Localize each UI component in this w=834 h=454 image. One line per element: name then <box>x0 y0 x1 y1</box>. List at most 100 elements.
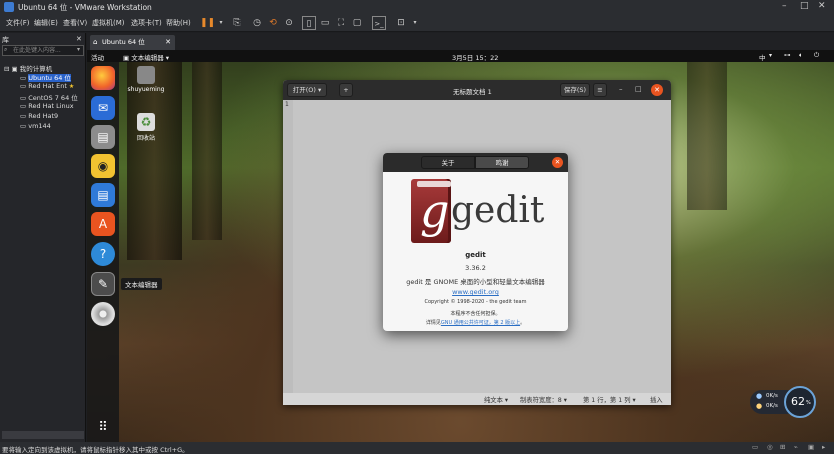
snapshot-icon[interactable]: ◷ <box>250 16 264 30</box>
close-icon[interactable]: ✕ <box>552 157 563 168</box>
library-title: 库 <box>2 36 9 44</box>
desktop-icon-label: shuyueming <box>127 86 165 93</box>
maximize-icon[interactable]: □ <box>635 85 642 93</box>
app-version: 3.36.2 <box>465 264 486 272</box>
power-icon[interactable]: ⏻ <box>814 51 819 60</box>
unity-icon[interactable]: ▢ <box>350 16 364 30</box>
tab-credits[interactable]: 鸣谢 <box>475 156 529 169</box>
stretch-icon[interactable]: ⊡ <box>394 16 408 30</box>
library-panel: 库 ✕ 在此处键入内容... ⌕ ▾ ⊟ ▣ 我的计算机 ▭ Ubuntu 64… <box>0 33 86 442</box>
activities-button[interactable]: 活动 <box>91 52 104 62</box>
download-speed: 0K/s <box>766 403 778 409</box>
minimize-icon[interactable]: – <box>782 1 787 11</box>
dock: ✉ ▤ ◉ ▤ A ? ✎ ⠿ <box>87 62 119 442</box>
dvd-icon[interactable] <box>91 302 115 326</box>
insert-mode: 插入 <box>650 397 663 404</box>
tree-item-vm144[interactable]: ▭ vm144 <box>20 122 51 130</box>
network-icon[interactable]: ⊶ <box>784 51 791 59</box>
download-icon: ● <box>756 402 763 410</box>
window-title: Ubuntu 64 位 - VMware Workstation <box>18 3 152 12</box>
menu-file[interactable]: 文件(F) <box>6 18 30 28</box>
menu-view[interactable]: 查看(V) <box>63 18 87 28</box>
guest-screen[interactable]: 活动 ▣ 文本编辑器 ▾ 3月5日 15：22 中 ▾ ⊶ 🔈︎ ⏻ ✉ ▤ ◉… <box>87 50 834 442</box>
library-view-icon[interactable]: ▯ <box>302 16 316 30</box>
upload-icon: ● <box>756 392 763 400</box>
tab-about[interactable]: 关于 <box>421 156 475 169</box>
tab-ubuntu[interactable]: Ubuntu 64 位 ⌂ ✕ <box>90 35 175 50</box>
search-dropdown-icon[interactable]: ▾ <box>77 46 80 53</box>
writer-icon[interactable]: ▤ <box>91 183 115 207</box>
display-icon[interactable]: ▣ <box>808 443 814 451</box>
language-selector[interactable]: 纯文本 ▾ <box>484 395 508 404</box>
software-icon[interactable]: A <box>91 212 115 236</box>
input-dropdown-icon[interactable]: ▾ <box>769 52 772 59</box>
menu-tabs[interactable]: 选项卡(T) <box>131 18 162 28</box>
desktop-icon-home[interactable]: shuyueming <box>126 66 166 93</box>
show-apps-icon[interactable]: ⠿ <box>91 415 115 439</box>
close-icon[interactable]: ✕ <box>818 1 826 11</box>
about-headerbar: 关于 鸣谢 ✕ <box>383 153 568 172</box>
status-text: 要将输入定向到该虚拟机，请将鼠标指针移入其中或按 Ctrl+G。 <box>2 446 189 454</box>
desktop-icon-trash[interactable]: ♻ 回收站 <box>126 113 166 142</box>
upload-speed: 0K/s <box>766 393 778 399</box>
gedit-headerbar: 打开(O) ▾ + 无标题文档 1 保存(S) ≡ – □ ✕ <box>283 80 671 100</box>
save-button[interactable]: 保存(S) <box>560 83 590 97</box>
clock[interactable]: 3月5日 15：22 <box>452 52 498 62</box>
send-keys-icon[interactable]: ⎘ <box>230 16 244 30</box>
warranty: 本程序不含任何担保。 <box>450 311 501 317</box>
text-editor-icon[interactable]: ✎ <box>91 272 115 296</box>
usb-icon[interactable]: ⌁ <box>794 443 798 451</box>
tab-label: Ubuntu 64 位 <box>102 38 145 46</box>
tree-item-ubuntu[interactable]: ▭ Ubuntu 64 位 <box>20 72 71 82</box>
hamburger-menu-icon[interactable]: ≡ <box>593 83 607 97</box>
maximize-icon[interactable]: □ <box>800 1 809 11</box>
dropdown-icon[interactable]: ▾ <box>214 16 228 30</box>
firefox-icon[interactable] <box>91 66 115 90</box>
volume-icon[interactable]: 🔈︎ <box>799 51 803 60</box>
license-link[interactable]: GNU 通用公共许可证，第 2 版以上 <box>441 320 520 326</box>
revert-snapshot-icon[interactable]: ⟲ <box>266 16 280 30</box>
cdrom-icon[interactable]: ◎ <box>767 443 773 451</box>
close-icon[interactable]: ✕ <box>651 84 663 96</box>
tree-item-redhat9[interactable]: ▭ Red Hat9 <box>20 112 58 120</box>
tree-item-redhat-ent[interactable]: ▭ Red Hat Ent ★ <box>20 82 74 90</box>
files-icon[interactable]: ▤ <box>91 125 115 149</box>
tree-item-centos[interactable]: ▭ CentOS 7 64 位 <box>20 92 78 102</box>
vmware-logo-icon <box>4 2 14 12</box>
hdd-icon[interactable]: ▭ <box>752 443 758 451</box>
rhythmbox-icon[interactable]: ◉ <box>91 154 115 178</box>
input-method[interactable]: 中 <box>759 52 766 62</box>
suspend-icon[interactable]: ❚❚ <box>200 16 215 30</box>
minimize-icon[interactable]: – <box>619 85 623 93</box>
library-close-icon[interactable]: ✕ <box>76 35 82 43</box>
new-tab-button[interactable]: + <box>339 83 353 97</box>
tab-width-selector[interactable]: 制表符宽度：8 ▾ <box>520 395 567 404</box>
stretch-dropdown-icon[interactable]: ▾ <box>408 16 422 30</box>
about-dialog: 关于 鸣谢 ✕ g gedit gedit 3.36.2 gedit 是 GNO… <box>383 153 568 331</box>
title-bar: Ubuntu 64 位 - VMware Workstation – □ ✕ <box>0 0 834 14</box>
menu-help[interactable]: 帮助(H) <box>166 18 191 28</box>
tree-trunk <box>687 60 727 210</box>
cursor-position[interactable]: 第 1 行，第 1 列 ▾ <box>583 395 636 404</box>
network-adapter-icon[interactable]: ⊞ <box>780 443 785 451</box>
tab-close-icon[interactable]: ✕ <box>165 35 171 50</box>
cpu-value: 62 <box>791 395 805 408</box>
gnome-top-bar: 活动 ▣ 文本编辑器 ▾ 3月5日 15：22 中 ▾ ⊶ 🔈︎ ⏻ <box>87 50 834 62</box>
thumbnail-view-icon[interactable]: ▭ <box>318 16 332 30</box>
fullscreen-icon[interactable]: ⛶ <box>334 16 348 30</box>
home-icon: ⌂ <box>93 38 98 46</box>
more-devices-icon[interactable]: ▸ <box>822 443 825 451</box>
tree-item-redhat-linux[interactable]: ▭ Red Hat Linux <box>20 102 74 110</box>
console-icon[interactable]: >_ <box>372 16 386 30</box>
library-scrollbar[interactable] <box>2 431 84 439</box>
website-link[interactable]: www.gedit.org <box>383 288 568 296</box>
help-icon[interactable]: ? <box>91 242 115 266</box>
desktop-icon-label: 回收站 <box>136 135 155 142</box>
app-menu[interactable]: ▣ 文本编辑器 ▾ <box>123 52 169 62</box>
menu-edit[interactable]: 编辑(E) <box>34 18 58 28</box>
thunderbird-icon[interactable]: ✉ <box>91 96 115 120</box>
library-search-input[interactable]: 在此处键入内容... <box>2 45 84 56</box>
snapshot-manager-icon[interactable]: ⊙ <box>282 16 296 30</box>
open-button[interactable]: 打开(O) ▾ <box>287 83 327 97</box>
menu-vm[interactable]: 虚拟机(M) <box>92 18 125 28</box>
